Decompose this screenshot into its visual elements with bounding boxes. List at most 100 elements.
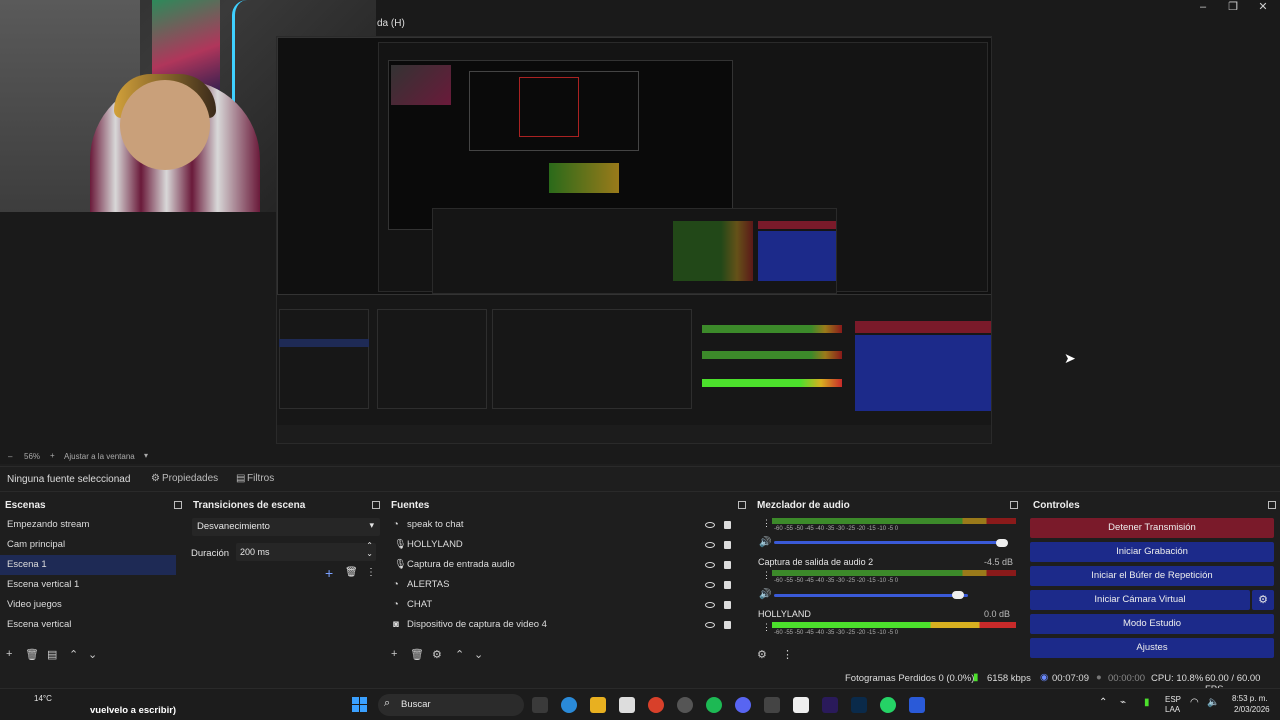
file-explorer-icon[interactable] — [590, 697, 606, 713]
menu-dots-icon[interactable]: ⋮ — [782, 648, 793, 661]
advanced-audio-icon[interactable]: ⚙ — [757, 648, 767, 661]
visibility-eye-icon[interactable] — [705, 522, 715, 528]
menu-dots-icon[interactable]: ⋮ — [366, 567, 376, 578]
microphone-icon[interactable]: ▮ — [1144, 697, 1150, 708]
photoshop-icon[interactable] — [851, 697, 867, 713]
dock-float-icon[interactable] — [174, 501, 182, 509]
gear-icon[interactable]: ⚙ — [432, 648, 442, 661]
dock-float-icon[interactable] — [1268, 501, 1276, 509]
whatsapp-icon[interactable] — [880, 697, 896, 713]
visibility-eye-icon[interactable] — [705, 562, 715, 568]
lang-line1[interactable]: ESP — [1165, 695, 1181, 704]
dock-float-icon[interactable] — [372, 501, 380, 509]
virtual-camera-settings-button[interactable]: ⚙ — [1252, 590, 1274, 610]
dock-float-icon[interactable] — [738, 501, 746, 509]
source-item[interactable]: ◔ ALERTAS — [386, 575, 742, 595]
add-icon[interactable]: + — [391, 648, 397, 660]
close-button[interactable]: ✕ — [1248, 0, 1278, 16]
task-view-icon[interactable] — [532, 697, 548, 713]
duration-input[interactable]: 200 ms ⌃ ⌄ — [236, 541, 376, 561]
spotify-icon[interactable] — [706, 697, 722, 713]
volume-slider[interactable] — [774, 594, 968, 597]
network-icon[interactable]: ⌁ — [1120, 697, 1126, 708]
replay-buffer-button[interactable]: Iniciar el Búfer de Repetición — [1030, 566, 1274, 586]
preview-area[interactable]: da (H) ➤ — [0, 0, 1280, 450]
source-item[interactable]: ◙ Dispositivo de captura de video 4 — [386, 615, 742, 635]
maximize-button[interactable]: ❐ — [1218, 0, 1248, 16]
chrome-icon[interactable] — [648, 697, 664, 713]
studio-mode-button[interactable]: Modo Estudio — [1030, 614, 1274, 634]
settings-button[interactable]: Ajustes — [1030, 638, 1274, 658]
volume-knob[interactable] — [996, 539, 1008, 547]
volume-knob[interactable] — [952, 591, 964, 599]
lock-icon[interactable] — [724, 601, 731, 609]
move-up-icon[interactable]: ⌃ — [69, 648, 78, 661]
volume-icon[interactable]: 🔈 — [1207, 697, 1219, 708]
speaker-icon[interactable]: 🔊 — [759, 537, 771, 548]
dock-float-icon[interactable] — [1010, 501, 1018, 509]
menu-dots-icon[interactable]: – — [8, 452, 12, 461]
source-item[interactable]: 🎙 HOLLYLAND — [386, 535, 742, 555]
trash-icon[interactable]: 🗑 — [25, 648, 39, 661]
scene-item[interactable]: Video juegos — [0, 595, 176, 615]
lang-line2[interactable]: LAA — [1165, 705, 1180, 714]
lock-icon[interactable] — [724, 521, 731, 529]
channel-menu-icon[interactable]: ⋮ — [762, 622, 771, 633]
add-transition-icon[interactable]: + — [325, 565, 333, 581]
move-down-icon[interactable]: ⌄ — [474, 648, 483, 661]
edge-icon[interactable] — [561, 697, 577, 713]
move-down-icon[interactable]: ⌄ — [88, 648, 97, 661]
start-recording-button[interactable]: Iniciar Grabación — [1030, 542, 1274, 562]
weather-temp[interactable]: 14°C — [34, 694, 52, 703]
source-item[interactable]: ◔ speak to chat — [386, 515, 742, 535]
notes-icon[interactable] — [793, 697, 809, 713]
add-icon[interactable]: + — [6, 648, 12, 660]
transition-select[interactable]: Desvanecimiento ▾ — [192, 518, 380, 536]
lock-icon[interactable] — [724, 581, 731, 589]
fit-to-window[interactable]: Ajustar a la ventana — [64, 452, 135, 461]
clock-date[interactable]: 2/03/2026 — [1234, 705, 1270, 714]
chevron-down-icon[interactable]: ▾ — [144, 451, 148, 460]
channel-menu-icon[interactable]: ⋮ — [762, 518, 771, 529]
plus-icon[interactable]: + — [50, 451, 55, 460]
scene-item-selected[interactable]: Escena 1 — [0, 555, 176, 575]
premiere-icon[interactable] — [822, 697, 838, 713]
channel-menu-icon[interactable]: ⋮ — [762, 570, 771, 581]
visibility-eye-icon[interactable] — [705, 542, 715, 548]
taskbar-search[interactable]: ⌕ Buscar — [378, 694, 524, 716]
virtual-camera-button[interactable]: Iniciar Cámara Virtual — [1030, 590, 1250, 610]
source-item[interactable]: ◔ CHAT — [386, 595, 742, 615]
lock-icon[interactable] — [724, 561, 731, 569]
speaker-icon[interactable]: 🔊 — [759, 589, 771, 600]
chevron-up-icon[interactable]: ⌃ — [1099, 697, 1107, 708]
filters-button[interactable]: Filtros — [247, 473, 274, 484]
scene-item[interactable]: Cam principal — [0, 535, 176, 555]
move-up-icon[interactable]: ⌃ — [455, 648, 464, 661]
preview-canvas[interactable] — [276, 36, 992, 444]
volume-slider[interactable] — [774, 541, 1006, 544]
start-button[interactable] — [352, 697, 368, 713]
visibility-eye-icon[interactable] — [705, 582, 715, 588]
lock-icon[interactable] — [724, 621, 731, 629]
clock-time[interactable]: 8:53 p. m. — [1232, 694, 1268, 703]
minimize-button[interactable]: – — [1188, 0, 1218, 16]
visibility-eye-icon[interactable] — [705, 622, 715, 628]
zoom-level[interactable]: 56% — [24, 452, 40, 461]
app-icon[interactable] — [764, 697, 780, 713]
word-icon[interactable] — [909, 697, 925, 713]
spin-down-icon[interactable]: ⌄ — [366, 549, 373, 558]
trash-icon[interactable]: 🗑 — [410, 648, 424, 661]
trash-icon[interactable]: 🗑 — [345, 567, 358, 578]
lock-icon[interactable] — [724, 541, 731, 549]
scene-item[interactable]: Empezando stream — [0, 515, 176, 535]
obs-icon[interactable] — [677, 697, 693, 713]
scene-item[interactable]: Escena vertical 1 — [0, 575, 176, 595]
scene-item[interactable]: Escena vertical — [0, 615, 176, 635]
source-item[interactable]: 🎙 Captura de entrada audio — [386, 555, 742, 575]
visibility-eye-icon[interactable] — [705, 602, 715, 608]
discord-icon[interactable] — [735, 697, 751, 713]
store-icon[interactable] — [619, 697, 635, 713]
filter-icon[interactable]: ▤ — [47, 648, 57, 661]
properties-button[interactable]: Propiedades — [162, 473, 218, 484]
wifi-icon[interactable]: ◠ — [1190, 697, 1199, 708]
